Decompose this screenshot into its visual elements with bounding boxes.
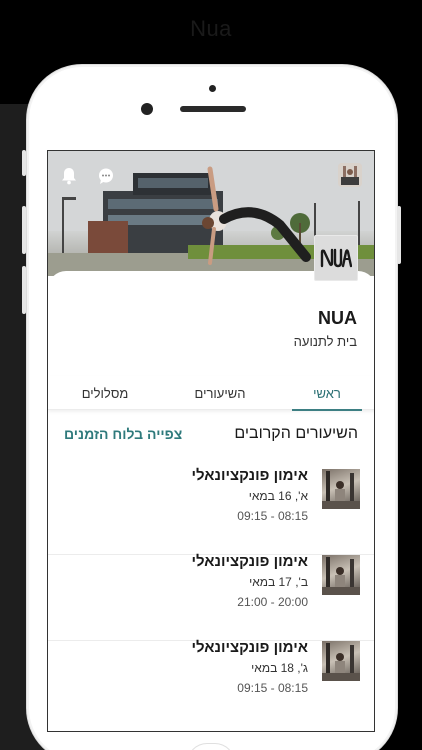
avatar-icon[interactable] <box>338 163 362 187</box>
tab-classes-label: השיעורים <box>194 385 246 401</box>
mute-switch <box>22 150 26 176</box>
class-row[interactable]: אימון פונקציונאלי ג', 18 במאי 09:15 - 08… <box>48 639 374 727</box>
tab-classes[interactable]: השיעורים <box>178 376 262 410</box>
front-camera <box>141 103 153 115</box>
active-tab-indicator <box>292 409 362 411</box>
tab-main[interactable]: ראשי <box>292 376 362 411</box>
tab-tracks[interactable]: מסלולים <box>68 376 142 410</box>
tab-bar: ראשי השיעורים מסלולים <box>48 376 374 411</box>
class-name: אימון פונקציונאלי <box>191 639 308 656</box>
app-screen: NUA בית לתנועה ראשי השיעורים מסלולים השי… <box>47 150 375 732</box>
tab-main-label: ראשי <box>313 385 341 401</box>
class-date: ב', 17 במאי <box>249 575 308 589</box>
view-schedule-link[interactable]: צפייה בלוח הזמנים <box>64 426 182 442</box>
app-title: Nua <box>190 16 232 41</box>
class-thumbnail <box>322 469 360 509</box>
class-name: אימון פונקציונאלי <box>191 467 308 484</box>
class-time: 09:15 - 08:15 <box>237 681 308 695</box>
bell-icon[interactable] <box>58 165 80 187</box>
tab-tracks-label: מסלולים <box>81 385 129 401</box>
class-row[interactable]: אימון פונקציונאלי א', 16 במאי 09:15 - 08… <box>48 467 374 555</box>
earpiece-speaker <box>180 106 246 112</box>
nua-logo-mark <box>320 248 352 268</box>
section-title: השיעורים הקרובים <box>234 425 358 442</box>
chat-icon[interactable] <box>95 165 117 187</box>
class-time: 09:15 - 08:15 <box>237 509 308 523</box>
class-thumbnail <box>322 641 360 681</box>
brand-name: NUA <box>318 308 357 328</box>
class-time: 21:00 - 20:00 <box>237 595 308 609</box>
proximity-sensor <box>209 85 216 92</box>
class-row[interactable]: אימון פונקציונאלי ב', 17 במאי 21:00 - 20… <box>48 553 374 641</box>
class-thumbnail <box>322 555 360 595</box>
class-name: אימון פונקציונאלי <box>191 553 308 570</box>
volume-up-button <box>22 206 26 254</box>
class-date: ג', 18 במאי <box>251 661 308 675</box>
brand-subtitle: בית לתנועה <box>293 334 357 349</box>
class-date: א', 16 במאי <box>248 489 308 503</box>
volume-down-button <box>22 266 26 314</box>
brand-logo <box>314 235 358 281</box>
power-button <box>397 206 401 264</box>
